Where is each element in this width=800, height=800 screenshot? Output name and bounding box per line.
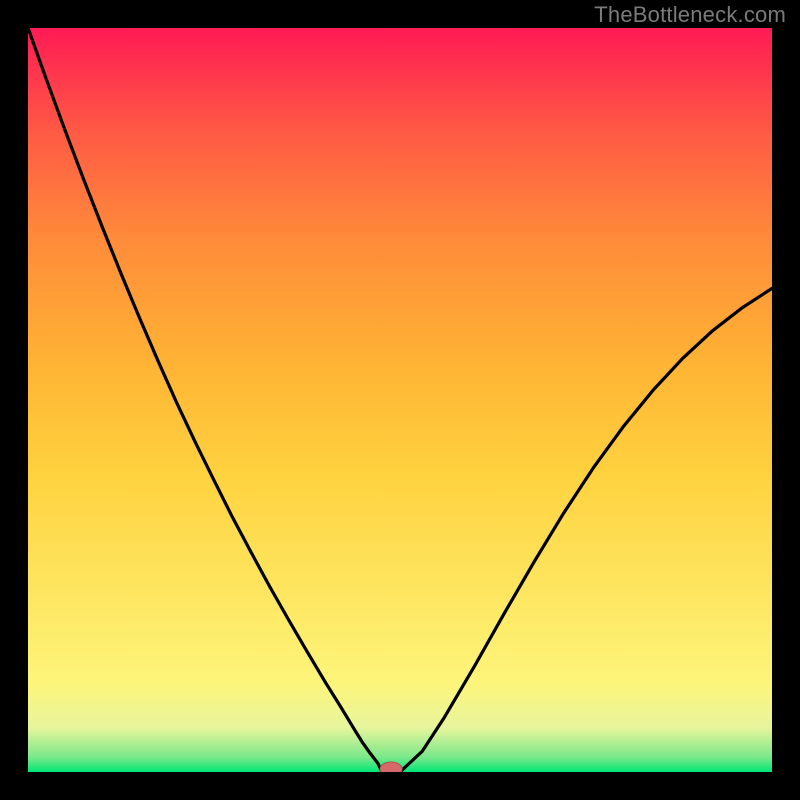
chart-svg xyxy=(28,28,772,772)
chart-frame: TheBottleneck.com xyxy=(0,0,800,800)
watermark-text: TheBottleneck.com xyxy=(594,2,786,28)
optimum-marker xyxy=(380,762,402,772)
chart-plot xyxy=(28,28,772,772)
gradient-background xyxy=(28,28,772,772)
